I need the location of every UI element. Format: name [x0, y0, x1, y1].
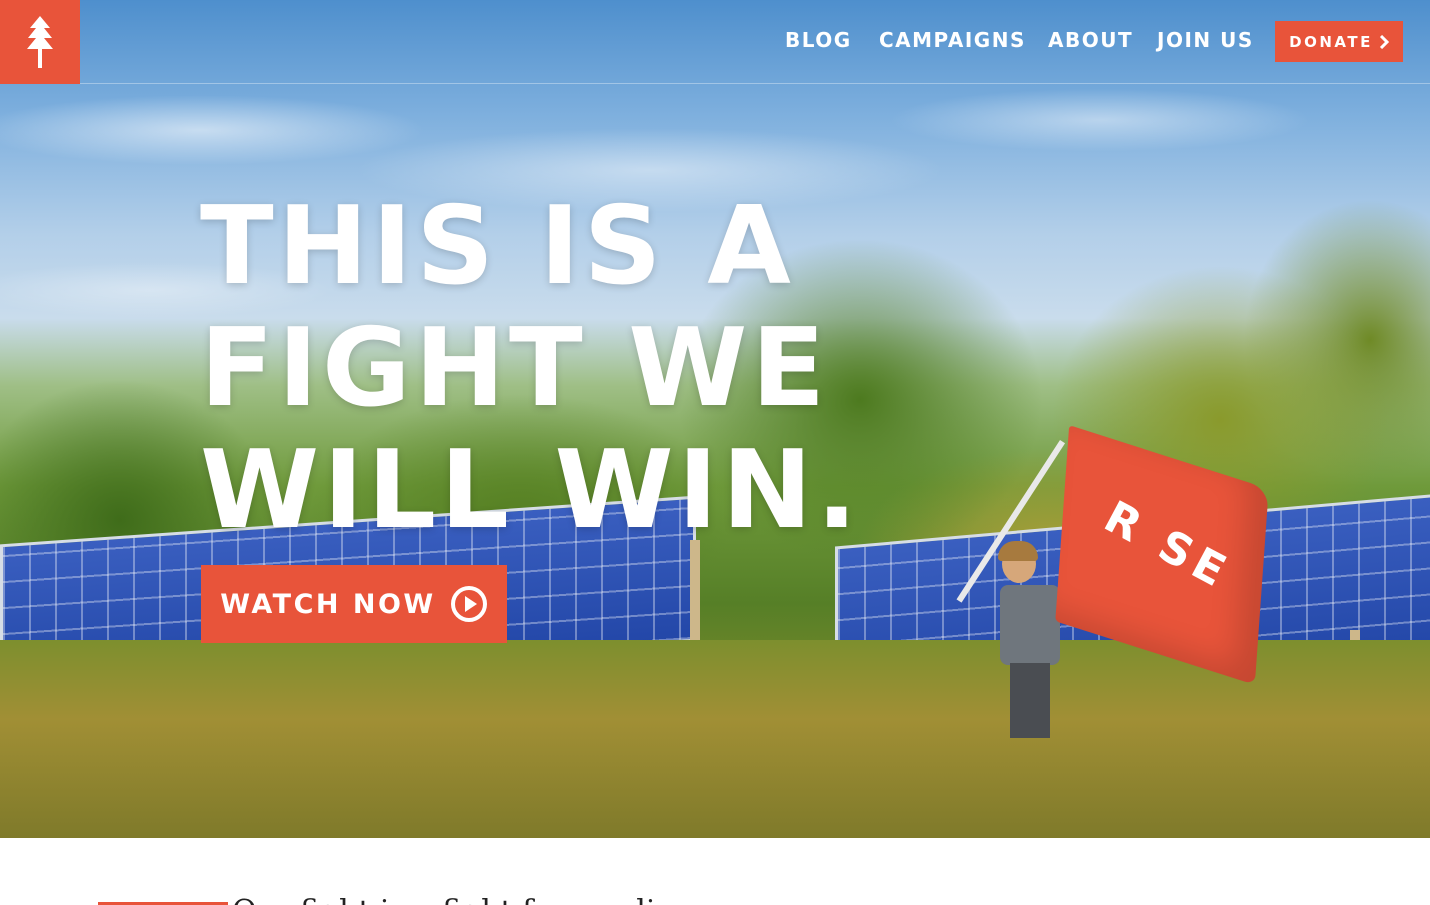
- nav-blog[interactable]: BLOG: [785, 28, 852, 52]
- chevron-right-icon: [1379, 34, 1389, 49]
- play-circle-icon: [450, 586, 487, 622]
- intro-text: Our fight is a fight for our lives: [232, 894, 706, 905]
- nav-join-us[interactable]: JOIN US: [1157, 28, 1254, 52]
- site-logo[interactable]: [0, 0, 80, 84]
- header-divider: [80, 83, 1430, 84]
- intro-section: Our fight is a fight for our lives: [0, 838, 1430, 905]
- nav-campaigns[interactable]: CAMPAIGNS: [879, 28, 1026, 52]
- hero-headline: THIS IS A FIGHT WE WILL WIN.: [200, 186, 861, 552]
- nav-about[interactable]: ABOUT: [1048, 28, 1133, 52]
- headline-line-1: THIS IS A: [200, 184, 795, 309]
- pine-tree-icon: [27, 16, 53, 68]
- headline-line-3: WILL WIN.: [200, 428, 862, 553]
- watch-now-label: WATCH NOW: [220, 588, 436, 620]
- donate-label: DONATE: [1289, 32, 1373, 51]
- watch-now-button[interactable]: WATCH NOW: [201, 565, 507, 643]
- headline-line-2: FIGHT WE: [200, 306, 830, 431]
- donate-button[interactable]: DONATE: [1275, 21, 1403, 62]
